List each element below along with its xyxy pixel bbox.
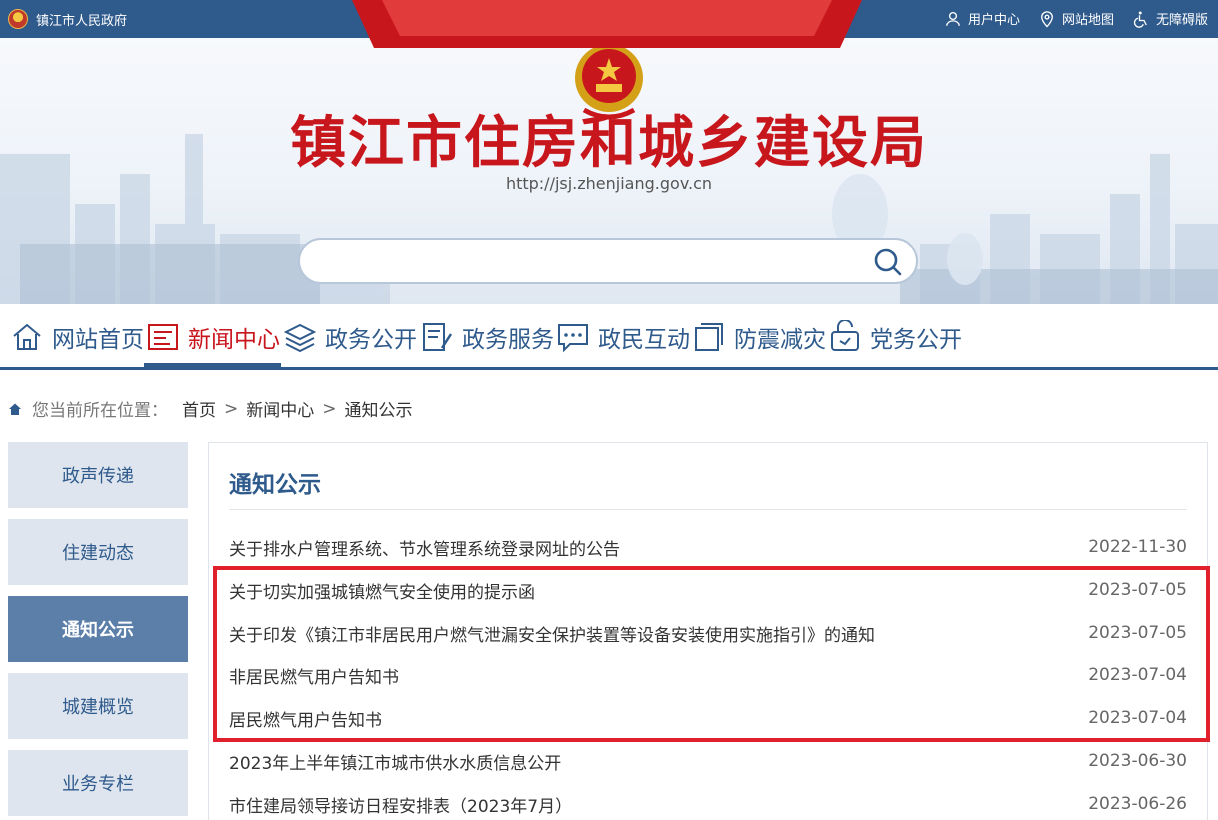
chat-icon <box>558 324 588 353</box>
sidebar-item-notices[interactable]: 通知公示 <box>8 596 188 662</box>
gov-name: 镇江市人民政府 <box>36 13 128 29</box>
breadcrumb-separator: > <box>322 398 337 419</box>
nav-item-news-label: 新闻中心 <box>188 327 280 353</box>
content-panel: 通知公示 关于排水户管理系统、节水管理系统登录网址的公告 2022-11-30 … <box>208 442 1208 820</box>
nav-item-affairs-label: 政务公开 <box>325 327 417 353</box>
site-map-link[interactable]: 网站地图 <box>1038 9 1114 28</box>
national-emblem-icon <box>8 9 28 29</box>
top-links: 用户中心 网站地图 无障碍版 <box>944 9 1208 28</box>
breadcrumb-home[interactable]: 首页 <box>182 396 216 421</box>
breadcrumb-prefix: 您当前所在位置： <box>32 401 168 421</box>
nav-item-interaction-label: 政民互动 <box>598 327 690 353</box>
list-item-date: 2023-06-26 <box>1088 794 1187 814</box>
location-pin-icon <box>1041 10 1053 27</box>
list-item-date: 2023-06-30 <box>1088 751 1187 771</box>
list-item-title[interactable]: 非居民燃气用户告知书 <box>229 663 399 688</box>
layers-icon <box>283 323 317 353</box>
site-map-label: 网站地图 <box>1061 13 1114 28</box>
list-item: 关于切实加强城镇燃气安全使用的提示函 2023-07-05 <box>229 575 1187 605</box>
list-item-title[interactable]: 市住建局领导接访日程安排表（2023年7月） <box>229 792 572 817</box>
nav-item-news[interactable]: 新闻中心 <box>146 316 280 358</box>
breadcrumb: 您当前所在位置： 首页 > 新闻中心 > 通知公示 <box>8 396 413 421</box>
list-item-title[interactable]: 关于切实加强城镇燃气安全使用的提示函 <box>229 578 535 603</box>
document-pen-icon <box>423 323 453 351</box>
list-item-date: 2023-07-04 <box>1088 665 1187 685</box>
list-item: 2023年上半年镇江市城市供水水质信息公开 2023-06-30 <box>229 746 1187 776</box>
accessibility-icon <box>1133 11 1147 28</box>
search-icon[interactable] <box>872 246 904 278</box>
list-item: 关于排水户管理系统、节水管理系统登录网址的公告 2022-11-30 <box>229 532 1187 562</box>
user-center-label: 用户中心 <box>967 13 1020 28</box>
user-icon <box>945 11 960 26</box>
nav-item-services-label: 政务服务 <box>462 327 554 353</box>
list-item: 居民燃气用户告知书 2023-07-04 <box>229 703 1187 733</box>
list-item: 非居民燃气用户告知书 2023-07-04 <box>229 660 1187 690</box>
sidebar-item-policy[interactable]: 政声传递 <box>8 442 188 508</box>
breadcrumb-news[interactable]: 新闻中心 <box>246 396 314 421</box>
sidebar-item-news[interactable]: 住建动态 <box>8 519 188 585</box>
list-item-date: 2023-07-05 <box>1088 623 1187 643</box>
party-icon <box>831 320 859 351</box>
nav-item-affairs[interactable]: 政务公开 <box>283 316 417 358</box>
nav-item-disaster-label: 防震减灾 <box>734 327 826 353</box>
list-item: 市住建局领导接访日程安排表（2023年7月） 2023-06-26 <box>229 789 1187 819</box>
breadcrumb-current[interactable]: 通知公示 <box>345 396 413 421</box>
list-item-title[interactable]: 关于排水户管理系统、节水管理系统登录网址的公告 <box>229 535 620 560</box>
list-item-title[interactable]: 2023年上半年镇江市城市供水水质信息公开 <box>229 749 561 774</box>
sidebar-item-business[interactable]: 业务专栏 <box>8 750 188 816</box>
breadcrumb-separator: > <box>224 398 239 419</box>
news-icon <box>148 324 178 350</box>
list-item: 关于印发《镇江市非居民用户燃气泄漏安全保护装置等设备安装使用实施指引》的通知 2… <box>229 618 1187 648</box>
list-item-date: 2023-07-05 <box>1088 580 1187 600</box>
nav-item-party[interactable]: 党务公开 <box>828 316 962 358</box>
nav-active-indicator <box>144 363 281 368</box>
nav-item-disaster[interactable]: 防震减灾 <box>692 316 826 358</box>
header-banner: 镇江市住房和城乡建设局 http://jsj.zhenjiang.gov.cn <box>0 38 1218 304</box>
nav-item-home[interactable]: 网站首页 <box>10 316 144 358</box>
list-item-title[interactable]: 居民燃气用户告知书 <box>229 706 382 731</box>
gov-link[interactable]: 镇江市人民政府 <box>8 9 127 29</box>
main-nav: 网站首页 新闻中心 政务公开 政务服务 政民互动 防震减灾 党务公开 <box>0 304 1218 370</box>
list-item-title[interactable]: 关于印发《镇江市非居民用户燃气泄漏安全保护装置等设备安装使用实施指引》的通知 <box>229 621 875 646</box>
header-ribbon <box>352 0 862 48</box>
search-input[interactable] <box>320 250 860 274</box>
site-title: 镇江市住房和城乡建设局 <box>290 111 928 176</box>
search-box <box>298 238 918 284</box>
list-item-date: 2022-11-30 <box>1088 537 1187 557</box>
panel-title: 通知公示 <box>229 472 321 498</box>
nav-item-home-label: 网站首页 <box>52 327 144 353</box>
accessibility-label: 无障碍版 <box>1155 13 1208 28</box>
site-url: http://jsj.zhenjiang.gov.cn <box>505 174 713 193</box>
user-center-link[interactable]: 用户中心 <box>944 9 1020 28</box>
home-icon <box>13 323 41 350</box>
home-icon <box>9 403 21 415</box>
nav-item-interaction[interactable]: 政民互动 <box>556 316 690 358</box>
accessibility-link[interactable]: 无障碍版 <box>1132 9 1208 28</box>
list-item-date: 2023-07-04 <box>1088 708 1187 728</box>
square-stack-icon <box>695 323 723 351</box>
sidebar-item-overview[interactable]: 城建概览 <box>8 673 188 739</box>
nav-item-services[interactable]: 政务服务 <box>420 316 554 358</box>
divider <box>229 509 1187 510</box>
nav-item-party-label: 党务公开 <box>870 327 962 353</box>
